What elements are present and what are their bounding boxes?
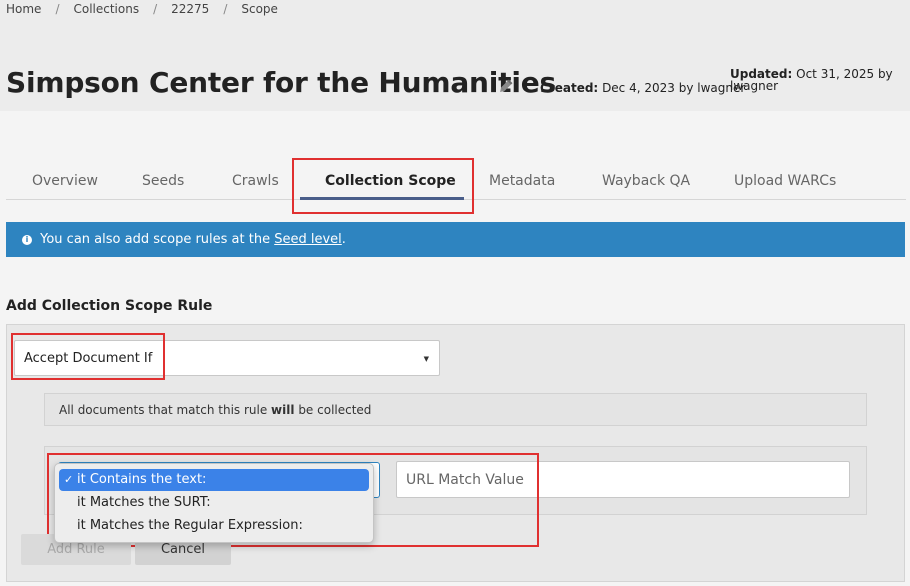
rule-description-emphasis: will <box>271 403 295 417</box>
seed-level-link[interactable]: Seed level <box>274 232 342 247</box>
active-tab-indicator <box>300 197 464 200</box>
info-alert-period: . <box>341 232 346 247</box>
tab-collection-scope[interactable]: Collection Scope <box>325 173 456 189</box>
rule-description-tail: be collected <box>298 403 372 417</box>
created-info: Created: Dec 4, 2023 by lwagner <box>540 81 745 95</box>
url-match-input[interactable] <box>396 461 850 498</box>
info-alert-text: You can also add scope rules at the <box>40 232 271 247</box>
breadcrumb: Home / Collections / 22275 / Scope <box>6 2 278 16</box>
caret-down-icon: ▼ <box>423 355 429 363</box>
tab-overview[interactable]: Overview <box>32 173 98 189</box>
breadcrumb-separator: / <box>153 2 158 16</box>
page-title: Simpson Center for the Humanities <box>6 66 557 99</box>
breadcrumb-current: Scope <box>241 2 278 16</box>
tab-upload-warcs[interactable]: Upload WARCs <box>734 173 836 189</box>
tab-metadata[interactable]: Metadata <box>489 173 555 189</box>
tab-crawls[interactable]: Crawls <box>232 173 279 189</box>
breadcrumb-collections-link[interactable]: Collections <box>73 2 139 16</box>
collection-header: Simpson Center for the Humanities Create… <box>6 64 906 104</box>
dropdown-option-label: it Contains the text: <box>77 472 207 487</box>
rule-description: All documents that match this rule will … <box>44 393 867 426</box>
pencil-edit-icon[interactable] <box>496 78 514 96</box>
rule-action-select-value: Accept Document If <box>24 351 153 366</box>
dropdown-option-regex[interactable]: it Matches the Regular Expression: <box>59 515 369 537</box>
info-circle-icon: i <box>22 235 32 245</box>
info-alert: i You can also add scope rules at the Se… <box>6 222 905 257</box>
checkmark-icon: ✓ <box>64 473 74 486</box>
collection-tabs: Overview Seeds Crawls Collection Scope M… <box>6 160 906 200</box>
created-value: Dec 4, 2023 by lwagner <box>602 81 746 95</box>
updated-info: Updated: Oct 31, 2025 by lwagner <box>730 68 900 92</box>
dropdown-option-surt[interactable]: it Matches the SURT: <box>59 492 369 514</box>
rule-description-text: All documents that match this rule <box>59 403 268 417</box>
tab-wayback-qa[interactable]: Wayback QA <box>602 173 690 189</box>
section-title: Add Collection Scope Rule <box>6 298 213 314</box>
breadcrumb-collection-id-link[interactable]: 22275 <box>171 2 209 16</box>
breadcrumb-separator: / <box>55 2 60 16</box>
created-label: Created: <box>540 81 599 95</box>
dropdown-option-contains[interactable]: ✓ it Contains the text: <box>59 469 369 491</box>
tab-seeds[interactable]: Seeds <box>142 173 184 189</box>
condition-dropdown-menu: ✓ it Contains the text: it Matches the S… <box>54 463 374 543</box>
breadcrumb-separator: / <box>223 2 228 16</box>
breadcrumb-home-link[interactable]: Home <box>6 2 41 16</box>
dropdown-option-label: it Matches the SURT: <box>77 495 211 510</box>
dropdown-option-label: it Matches the Regular Expression: <box>77 518 303 533</box>
rule-action-select[interactable]: Accept Document If ▼ <box>14 340 440 376</box>
